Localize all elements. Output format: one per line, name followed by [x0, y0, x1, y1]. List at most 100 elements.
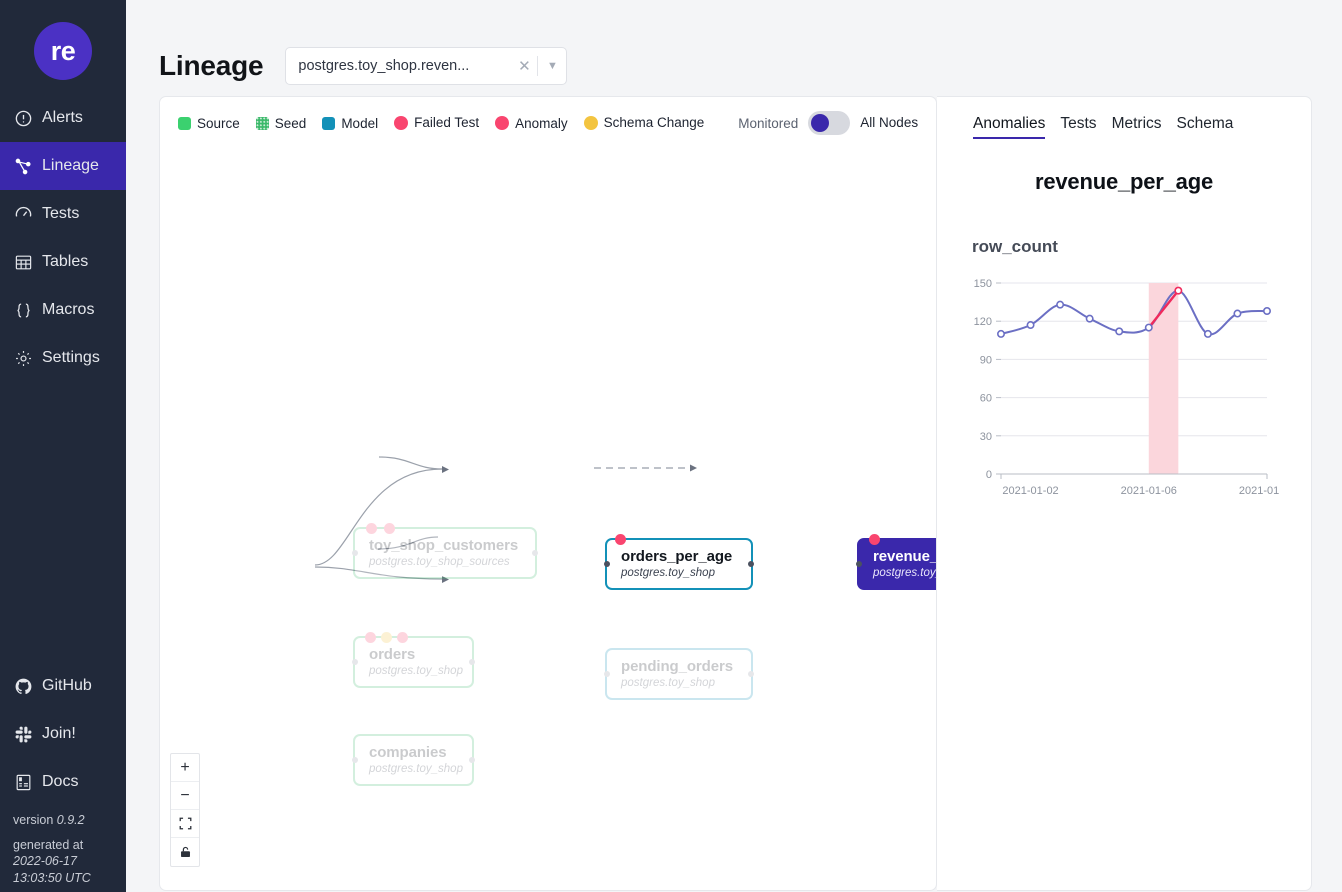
sidebar-item-settings[interactable]: Settings: [0, 334, 126, 382]
node-name: companies: [369, 744, 460, 761]
graph-node-revenue-per-age[interactable]: revenue_per_age postgres.toy_shop ➞: [857, 538, 937, 590]
node-select[interactable]: postgres.toy_shop.reven... ✕ ▼: [285, 47, 567, 85]
graph-canvas[interactable]: toy_shop_customers postgres.toy_shop_sou…: [160, 97, 936, 890]
zoom-out-icon[interactable]: −: [171, 782, 199, 810]
node-name: toy_shop_customers: [369, 537, 523, 554]
details-panel: Anomalies Tests Metrics Schema revenue_p…: [937, 96, 1312, 891]
node-subtitle: postgres.toy_shop: [621, 567, 739, 579]
sidebar-item-label: Tables: [42, 253, 88, 271]
lock-icon[interactable]: [171, 838, 199, 866]
sidebar-footer: GitHub Join!: [0, 662, 126, 892]
chevron-down-icon[interactable]: ▼: [538, 60, 566, 72]
graph-node-pending-orders[interactable]: pending_orders postgres.toy_shop: [605, 648, 753, 700]
logo-mark: re: [34, 22, 92, 80]
generated-date: 2022-06-17: [13, 854, 77, 868]
chart-svg: 0 30 60 90 120 150 2021-01-02 2021-01-06 2021-01…: [959, 269, 1279, 514]
svg-text:60: 60: [980, 393, 992, 405]
tab-tests[interactable]: Tests: [1060, 115, 1096, 139]
svg-text:2021-01-06: 2021-01-06: [1121, 485, 1177, 497]
node-port-left: [352, 757, 358, 763]
graph-node-orders-per-age[interactable]: orders_per_age postgres.toy_shop: [605, 538, 753, 590]
node-name: orders: [369, 646, 460, 663]
graph-node-orders[interactable]: orders postgres.toy_shop: [353, 636, 474, 688]
generated-time: 13:03:50 UTC: [13, 871, 91, 885]
gear-icon: [13, 348, 33, 368]
version-info: version 0.9.2 generated at 2022-06-17 13…: [0, 806, 126, 886]
sidebar-item-label: Tests: [42, 205, 79, 223]
panel-title: revenue_per_age: [937, 169, 1311, 195]
gauge-icon: [13, 204, 33, 224]
version-label: version: [13, 813, 53, 827]
metric-name: row_count: [937, 237, 1311, 257]
lineage-graph-icon: [13, 156, 33, 176]
tab-anomalies[interactable]: Anomalies: [973, 115, 1045, 139]
svg-text:2021-01-10: 2021-01-10: [1239, 485, 1279, 497]
generated-label: generated at: [13, 837, 114, 854]
sidebar-link-label: GitHub: [42, 677, 92, 695]
graph-node-companies[interactable]: companies postgres.toy_shop: [353, 734, 474, 786]
svg-text:30: 30: [980, 431, 992, 443]
graph-node-toy-shop-customers[interactable]: toy_shop_customers postgres.toy_shop_sou…: [353, 527, 537, 579]
failed-test-badge: [366, 523, 377, 534]
sidebar-link-slack[interactable]: Join!: [0, 710, 126, 758]
tab-metrics[interactable]: Metrics: [1112, 115, 1162, 139]
alert-circle-icon: [13, 108, 33, 128]
zoom-in-icon[interactable]: +: [171, 754, 199, 782]
node-port-right: [469, 659, 475, 665]
panels: Source Seed Model Failed Test: [126, 96, 1342, 891]
sidebar-link-label: Join!: [42, 725, 76, 743]
sidebar-item-tests[interactable]: Tests: [0, 190, 126, 238]
page-title: Lineage: [159, 50, 263, 82]
sidebar-item-alerts[interactable]: Alerts: [0, 94, 126, 142]
node-port-left: [604, 671, 610, 677]
anomaly-badge: [869, 534, 880, 545]
node-port-right: [469, 757, 475, 763]
svg-text:2021-01-02: 2021-01-02: [1002, 485, 1058, 497]
lineage-graph-panel: Source Seed Model Failed Test: [159, 96, 937, 891]
top-bar: Lineage postgres.toy_shop.reven... ✕ ▼: [126, 0, 1342, 96]
braces-icon: [13, 300, 33, 320]
anomaly-badge: [615, 534, 626, 545]
version-value: 0.9.2: [57, 813, 85, 827]
node-port-left: [856, 561, 862, 567]
fit-view-icon[interactable]: [171, 810, 199, 838]
node-name: revenue_per_age: [873, 548, 937, 565]
logo[interactable]: re: [0, 0, 126, 94]
node-port-right: [748, 561, 754, 567]
node-subtitle: postgres.toy_shop: [369, 763, 460, 775]
docs-icon: [13, 772, 33, 792]
node-subtitle: postgres.toy_shop: [621, 677, 739, 689]
sidebar-item-label: Alerts: [42, 109, 83, 127]
close-icon[interactable]: ✕: [511, 57, 537, 75]
sidebar-item-macros[interactable]: Macros: [0, 286, 126, 334]
node-port-left: [604, 561, 610, 567]
graph-edges: [160, 97, 937, 891]
details-tabs: Anomalies Tests Metrics Schema: [937, 97, 1311, 139]
node-subtitle: postgres.toy_shop: [873, 567, 937, 579]
node-subtitle: postgres.toy_shop_sources: [369, 556, 523, 568]
sidebar-item-label: Lineage: [42, 157, 99, 175]
node-port-right: [532, 550, 538, 556]
failed-test-badge: [365, 632, 376, 643]
node-name: orders_per_age: [621, 548, 739, 565]
node-port-left: [352, 550, 358, 556]
tab-schema[interactable]: Schema: [1177, 115, 1234, 139]
sidebar-link-docs[interactable]: Docs: [0, 758, 126, 806]
zoom-controls: + −: [170, 753, 200, 867]
svg-text:0: 0: [986, 469, 992, 481]
table-grid-icon: [13, 252, 33, 272]
sidebar-item-lineage[interactable]: Lineage: [0, 142, 126, 190]
sidebar-link-github[interactable]: GitHub: [0, 662, 126, 710]
node-name: pending_orders: [621, 658, 739, 675]
svg-text:90: 90: [980, 354, 992, 366]
sidebar-item-tables[interactable]: Tables: [0, 238, 126, 286]
schema-change-badge: [381, 632, 392, 643]
svg-text:150: 150: [974, 278, 992, 290]
sidebar: re Alerts Lineage: [0, 0, 126, 892]
anomaly-badge: [397, 632, 408, 643]
sidebar-link-label: Docs: [42, 773, 78, 791]
sidebar-item-label: Settings: [42, 349, 100, 367]
svg-text:120: 120: [974, 316, 992, 328]
node-select-value: postgres.toy_shop.reven...: [286, 58, 511, 74]
node-subtitle: postgres.toy_shop: [369, 665, 460, 677]
